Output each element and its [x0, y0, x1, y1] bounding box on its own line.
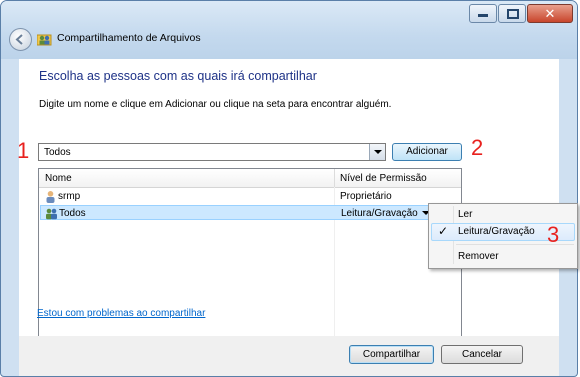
menu-item-remover[interactable]: Remover: [431, 248, 575, 266]
content-area: Escolha as pessoas com as quais irá comp…: [19, 59, 559, 362]
user-name-combobox[interactable]: Todos: [38, 143, 386, 161]
list-header: Nome Nível de Permissão: [39, 169, 461, 188]
user-icon: [46, 191, 55, 203]
list-row-srmp[interactable]: srmp Proprietário: [40, 189, 460, 204]
row-name: Todos: [59, 208, 86, 219]
back-button[interactable]: [9, 28, 32, 51]
file-sharing-window: ✕ Compartilhamento de Arquivos Escolha a…: [0, 0, 578, 377]
cancel-button[interactable]: Cancelar: [441, 345, 523, 364]
help-link[interactable]: Estou com problemas ao compartilhar: [37, 308, 205, 319]
close-icon: ✕: [544, 6, 556, 21]
instructions-text: Digite um nome e clique em Adicionar ou …: [39, 99, 392, 110]
list-row-todos[interactable]: Todos Leitura/Gravação: [40, 205, 460, 220]
row-name: srmp: [58, 191, 81, 202]
maximize-button[interactable]: [498, 4, 526, 23]
add-button[interactable]: Adicionar: [392, 143, 462, 161]
close-button[interactable]: ✕: [527, 4, 573, 23]
maximize-icon: [507, 9, 519, 19]
dialog-footer: Compartilhar Cancelar: [19, 336, 559, 376]
annotation-number-2: 2: [471, 135, 484, 160]
minimize-button[interactable]: [469, 4, 497, 23]
page-heading: Escolha as pessoas com as quais irá comp…: [39, 69, 317, 83]
title-bar: ✕ Compartilhamento de Arquivos: [1, 1, 577, 59]
combobox-dropdown-button[interactable]: [369, 144, 385, 160]
menu-item-label: Ler: [458, 209, 473, 220]
column-header-name[interactable]: Nome: [45, 173, 72, 184]
share-button[interactable]: Compartilhar: [349, 345, 434, 364]
column-header-permission[interactable]: Nível de Permissão: [340, 173, 427, 184]
row-permission: Proprietário: [340, 191, 392, 202]
chevron-down-icon: [374, 150, 382, 154]
back-arrow-icon: [15, 34, 23, 45]
annotation-number-1: 1: [17, 138, 30, 163]
menu-item-label: Remover: [458, 251, 499, 262]
column-divider[interactable]: [334, 169, 335, 187]
checkmark-icon: ✓: [438, 224, 449, 238]
window-title: Compartilhamento de Arquivos: [57, 32, 201, 44]
menu-item-label: Leitura/Gravação: [458, 226, 535, 237]
combobox-value: Todos: [44, 147, 71, 158]
sharing-users-icon: [37, 34, 52, 46]
caption-buttons: ✕: [469, 4, 573, 23]
sharing-list: Nome Nível de Permissão srmp Proprietári…: [38, 168, 462, 362]
users-group-icon: [46, 208, 57, 220]
minimize-icon: [478, 14, 488, 17]
annotation-number-3: 3: [547, 222, 560, 247]
row-permission[interactable]: Leitura/Gravação: [341, 208, 418, 219]
